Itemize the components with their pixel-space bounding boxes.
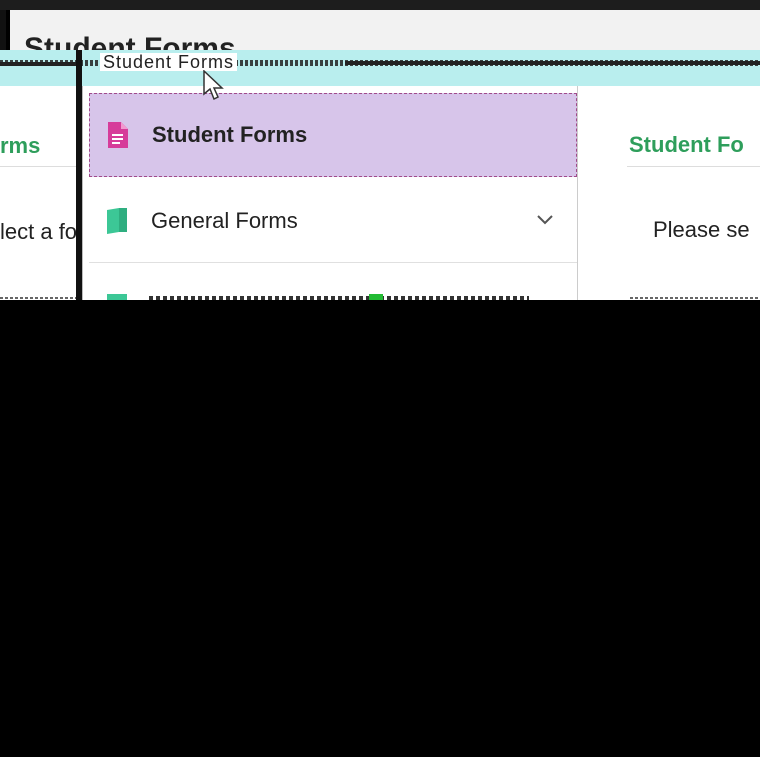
right-heading-divider	[627, 166, 760, 167]
menu-item-label: General Forms	[151, 207, 298, 233]
bottom-glitch-line-right	[630, 297, 760, 299]
menu-item-student-forms[interactable]: Student Forms	[89, 93, 577, 177]
glitch-artifact-left	[0, 62, 76, 66]
dropdown-title[interactable]: Student Forms	[100, 53, 238, 71]
dropdown-title-bar: Student Forms	[0, 50, 760, 86]
screen: Student Forms • • • • Student Forms rms …	[0, 0, 760, 757]
background-page-header: Student Forms • • • •	[10, 10, 760, 50]
chevron-down-icon[interactable]	[535, 209, 555, 229]
document-icon	[108, 122, 128, 148]
blank-render-area	[0, 300, 760, 757]
folder-icon	[107, 207, 127, 234]
mouse-cursor-icon	[203, 70, 224, 101]
forms-dropdown-menu: Student Forms General Forms	[82, 86, 578, 300]
left-panel-instruction: lect a fo	[0, 219, 78, 244]
menu-item-general-forms[interactable]: General Forms	[89, 179, 577, 263]
bottom-glitch-line-left	[0, 297, 76, 299]
background-page-title: Student Forms	[24, 32, 236, 51]
right-panel-heading: Student Fo	[629, 132, 744, 157]
glitch-artifact-right	[345, 61, 760, 65]
left-heading-divider	[0, 166, 76, 167]
menu-item-label: Student Forms	[152, 122, 308, 147]
window-top-border	[0, 0, 760, 10]
left-panel-heading: rms	[0, 133, 41, 158]
right-panel-instruction: Please se	[653, 217, 750, 242]
